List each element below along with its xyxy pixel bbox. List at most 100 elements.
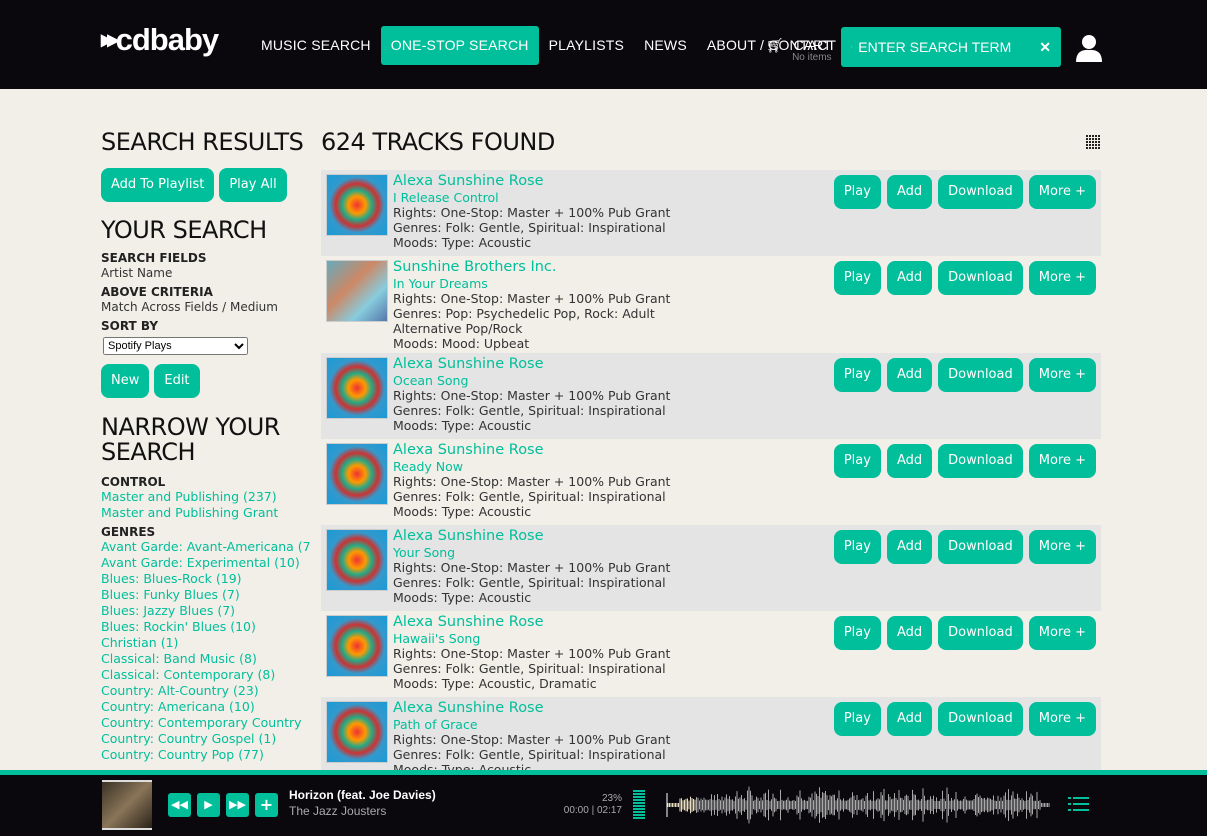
search-box: ✕ xyxy=(841,27,1061,67)
track-moods: Moods: Type: Acoustic, Dramatic xyxy=(393,676,597,691)
add-track-button[interactable]: Add xyxy=(886,616,933,650)
waveform-seekbar[interactable] xyxy=(665,785,1055,825)
album-art[interactable] xyxy=(326,701,388,763)
new-search-button[interactable]: New xyxy=(101,364,150,398)
album-art[interactable] xyxy=(326,529,388,591)
download-button[interactable]: Download xyxy=(938,616,1023,650)
track-genres: Genres: Folk: Gentle, Spiritual: Inspira… xyxy=(393,747,666,762)
track-artist: The Jazz Jousters xyxy=(289,804,387,818)
genre-filter-link[interactable]: Avant Garde: Experimental (10) xyxy=(101,555,311,571)
download-button[interactable]: Download xyxy=(938,175,1023,209)
logo-text: cdbaby xyxy=(115,22,220,57)
genre-filter-link[interactable]: Blues: Jazzy Blues (7) xyxy=(101,603,311,619)
download-button[interactable]: Download xyxy=(938,261,1023,295)
play-track-button[interactable]: Play xyxy=(833,175,881,209)
genre-filter-link[interactable]: Country: Country Gospel (1) xyxy=(101,731,311,747)
play-all-button[interactable]: Play All xyxy=(219,168,287,202)
volume-bar xyxy=(633,802,645,804)
more-button[interactable]: More + xyxy=(1028,358,1096,392)
volume-percent: 23% xyxy=(601,793,622,804)
add-track-button[interactable]: Add xyxy=(886,175,933,209)
nav-news[interactable]: NEWS xyxy=(634,26,697,65)
add-track-button[interactable]: Add xyxy=(886,358,933,392)
add-track-button[interactable]: Add xyxy=(886,444,933,478)
add-track-button[interactable]: Add xyxy=(886,702,933,736)
volume-bar xyxy=(633,790,645,792)
more-button[interactable]: More + xyxy=(1028,261,1096,295)
time-display: 00:00 | 02:17 xyxy=(563,805,622,816)
play-track-button[interactable]: Play xyxy=(833,616,881,650)
track-genres: Genres: Folk: Gentle, Spiritual: Inspira… xyxy=(393,220,666,235)
criteria-value: Match Across Fields / Medium xyxy=(101,300,278,314)
more-button[interactable]: More + xyxy=(1028,702,1096,736)
search-input[interactable] xyxy=(858,39,1040,55)
play-track-button[interactable]: Play xyxy=(833,261,881,295)
add-to-playlist-button[interactable]: Add To Playlist xyxy=(101,168,215,202)
cart-link[interactable]: 🛒︎ CART No items xyxy=(766,37,832,63)
download-button[interactable]: Download xyxy=(938,702,1023,736)
genre-filter-link[interactable]: Country: Contemporary Country xyxy=(101,715,311,731)
nav-music-search[interactable]: MUSIC SEARCH xyxy=(251,26,381,65)
genre-filter-link[interactable]: Blues: Blues-Rock (19) xyxy=(101,571,311,587)
track-rights: Rights: One-Stop: Master + 100% Pub Gran… xyxy=(393,291,671,306)
track-moods: Moods: Type: Acoustic xyxy=(393,504,532,519)
genre-filter-link[interactable]: Christian (1) xyxy=(101,635,311,651)
more-button[interactable]: More + xyxy=(1028,616,1096,650)
nav-playlists[interactable]: PLAYLISTS xyxy=(539,26,634,65)
download-button[interactable]: Download xyxy=(938,358,1023,392)
play-track-button[interactable]: Play xyxy=(833,444,881,478)
volume-bar xyxy=(633,793,645,795)
genre-filter-link[interactable]: Blues: Funky Blues (7) xyxy=(101,587,311,603)
volume-meter[interactable] xyxy=(633,790,645,820)
genre-filter-link[interactable]: Avant Garde: Avant-Americana (7) xyxy=(101,539,311,555)
volume-bar xyxy=(633,817,645,819)
genre-filter-link[interactable]: Country: Country Pop (77) xyxy=(101,747,311,763)
play-track-button[interactable]: Play xyxy=(833,702,881,736)
genre-filter-link[interactable]: Classical: Contemporary (8) xyxy=(101,667,311,683)
fast-forward-button[interactable]: ▶▶ xyxy=(226,793,249,817)
genre-filter-link[interactable]: Country: Alt-Country (23) xyxy=(101,683,311,699)
album-art[interactable] xyxy=(326,357,388,419)
album-art[interactable] xyxy=(326,443,388,505)
album-art[interactable] xyxy=(326,615,388,677)
control-filter-link[interactable]: Master and Publishing (237) xyxy=(101,489,311,505)
download-button[interactable]: Download xyxy=(938,530,1023,564)
more-button[interactable]: More + xyxy=(1028,530,1096,564)
search-icon xyxy=(851,46,853,48)
nav-one-stop-search[interactable]: ONE-STOP SEARCH xyxy=(380,26,539,65)
main-nav: MUSIC SEARCH ONE-STOP SEARCH PLAYLISTS NEWS… xyxy=(251,26,846,65)
cart-label: CART xyxy=(793,37,832,53)
control-label: CONTROL xyxy=(101,475,166,489)
edit-search-button[interactable]: Edit xyxy=(154,364,200,398)
control-filter-link[interactable]: Master and Publishing Grant xyxy=(101,505,311,521)
playlist-icon[interactable] xyxy=(1068,797,1090,811)
play-track-button[interactable]: Play xyxy=(833,530,881,564)
volume-bar xyxy=(633,805,645,807)
track-moods: Moods: Mood: Upbeat xyxy=(393,336,530,351)
download-button[interactable]: Download xyxy=(938,444,1023,478)
add-track-button[interactable]: Add xyxy=(886,530,933,564)
volume-bar xyxy=(633,811,645,813)
album-art[interactable] xyxy=(326,260,388,322)
rewind-button[interactable]: ◀◀ xyxy=(168,793,191,817)
clear-icon[interactable]: ✕ xyxy=(1039,39,1051,56)
play-button[interactable]: ▶ xyxy=(197,793,220,817)
genre-filter-link[interactable]: Country: Americana (10) xyxy=(101,699,311,715)
user-icon[interactable] xyxy=(1076,34,1102,62)
track-rights: Rights: One-Stop: Master + 100% Pub Gran… xyxy=(393,732,671,747)
more-button[interactable]: More + xyxy=(1028,444,1096,478)
album-art xyxy=(102,780,152,830)
volume-bar xyxy=(633,799,645,801)
genre-filter-link[interactable]: Blues: Rockin' Blues (10) xyxy=(101,619,311,635)
grid-icon[interactable] xyxy=(1086,135,1101,150)
track-row: Alexa Sunshine Rose Ready Now Rights: On… xyxy=(321,439,1101,525)
sort-by-select[interactable]: Spotify Plays xyxy=(103,337,248,355)
search-results-title: SEARCH RESULTS xyxy=(101,130,304,156)
album-art[interactable] xyxy=(326,174,388,236)
add-button[interactable]: + xyxy=(255,793,278,817)
more-button[interactable]: More + xyxy=(1028,175,1096,209)
cdbaby-logo[interactable]: ▶▶ cdbaby xyxy=(101,22,220,58)
add-track-button[interactable]: Add xyxy=(886,261,933,295)
genre-filter-link[interactable]: Classical: Band Music (8) xyxy=(101,651,311,667)
play-track-button[interactable]: Play xyxy=(833,358,881,392)
